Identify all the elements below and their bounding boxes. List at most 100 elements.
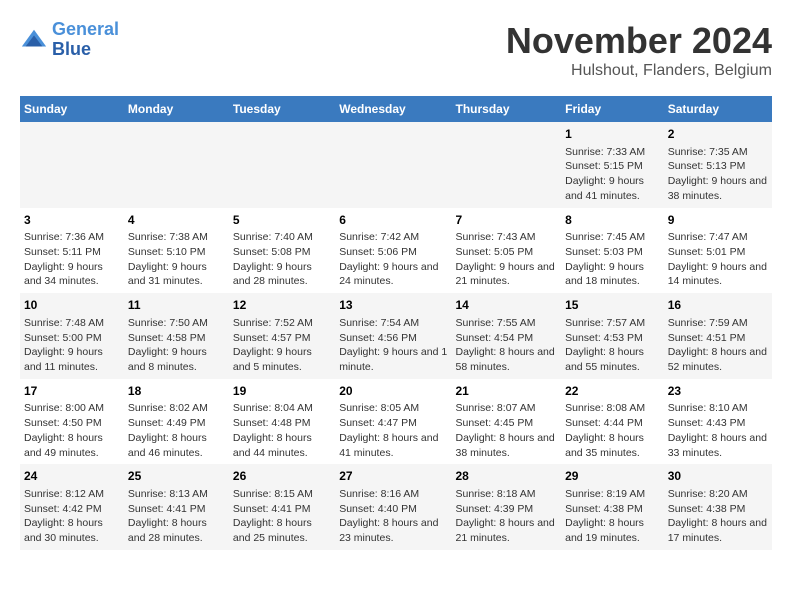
day-info: Sunrise: 7:59 AMSunset: 4:51 PMDaylight:… [668, 316, 768, 375]
day-info: Sunrise: 7:40 AMSunset: 5:08 PMDaylight:… [233, 230, 331, 289]
day-number: 19 [233, 383, 331, 400]
page-title: November 2024 [506, 20, 772, 62]
day-number: 2 [668, 126, 768, 143]
calendar-cell: 3Sunrise: 7:36 AMSunset: 5:11 PMDaylight… [20, 208, 124, 294]
header-tuesday: Tuesday [229, 96, 335, 122]
calendar-cell: 18Sunrise: 8:02 AMSunset: 4:49 PMDayligh… [124, 379, 229, 465]
calendar-cell: 26 Sunrise: 8:15 AMSunset: 4:41 PMDayligh… [229, 464, 335, 550]
page-header: General Blue November 2024 Hulshout, Fla… [20, 20, 772, 80]
day-number: 10 [24, 297, 120, 314]
calendar-cell: 8Sunrise: 7:45 AMSunset: 5:03 PMDaylight… [561, 208, 664, 294]
day-info: Sunrise: 8:08 AMSunset: 4:44 PMDaylight:… [565, 401, 660, 460]
calendar-cell [452, 122, 562, 208]
logo: General Blue [20, 20, 119, 60]
calendar-cell: 16Sunrise: 7:59 AMSunset: 4:51 PMDayligh… [664, 293, 772, 379]
day-number: 27 [339, 468, 447, 485]
day-number: 26 [233, 468, 331, 485]
day-info: Sunrise: 7:42 AMSunset: 5:06 PMDaylight:… [339, 230, 447, 289]
calendar-cell: 11 Sunrise: 7:50 AMSunset: 4:58 PMDayligh… [124, 293, 229, 379]
day-info: Sunrise: 8:18 AMSunset: 4:39 PMDaylight:… [456, 487, 558, 546]
calendar-cell: 21Sunrise: 8:07 AMSunset: 4:45 PMDayligh… [452, 379, 562, 465]
calendar-cell [229, 122, 335, 208]
calendar-week-1: 1 Sunrise: 7:33 AMSunset: 5:15 PMDaylight… [20, 122, 772, 208]
calendar-cell: 27 Sunrise: 8:16 AMSunset: 4:40 PMDayligh… [335, 464, 451, 550]
day-info: Sunrise: 7:54 AMSunset: 4:56 PMDaylight:… [339, 316, 447, 375]
calendar-cell: 9Sunrise: 7:47 AMSunset: 5:01 PMDaylight… [664, 208, 772, 294]
title-block: November 2024 Hulshout, Flanders, Belgiu… [506, 20, 772, 80]
calendar-cell: 1 Sunrise: 7:33 AMSunset: 5:15 PMDaylight… [561, 122, 664, 208]
header-sunday: Sunday [20, 96, 124, 122]
calendar-week-4: 17Sunrise: 8:00 AMSunset: 4:50 PMDayligh… [20, 379, 772, 465]
day-info: Sunrise: 8:10 AMSunset: 4:43 PMDaylight:… [668, 401, 768, 460]
day-number: 11 [128, 297, 225, 314]
day-number: 3 [24, 212, 120, 229]
day-number: 13 [339, 297, 447, 314]
calendar-week-3: 10 Sunrise: 7:48 AMSunset: 5:00 PMDayligh… [20, 293, 772, 379]
day-number: 25 [128, 468, 225, 485]
calendar-cell: 25 Sunrise: 8:13 AMSunset: 4:41 PMDayligh… [124, 464, 229, 550]
header-monday: Monday [124, 96, 229, 122]
calendar-cell [124, 122, 229, 208]
day-info: Sunrise: 7:55 AMSunset: 4:54 PMDaylight:… [456, 316, 558, 375]
calendar-cell: 29 Sunrise: 8:19 AMSunset: 4:38 PMDayligh… [561, 464, 664, 550]
day-info: Sunrise: 8:15 AMSunset: 4:41 PMDaylight:… [233, 487, 331, 546]
calendar-week-2: 3Sunrise: 7:36 AMSunset: 5:11 PMDaylight… [20, 208, 772, 294]
calendar-cell: 10 Sunrise: 7:48 AMSunset: 5:00 PMDayligh… [20, 293, 124, 379]
calendar-cell: 24Sunrise: 8:12 AMSunset: 4:42 PMDayligh… [20, 464, 124, 550]
day-info: Sunrise: 7:48 AMSunset: 5:00 PMDaylight:… [24, 316, 120, 375]
day-number: 9 [668, 212, 768, 229]
day-info: Sunrise: 8:00 AMSunset: 4:50 PMDaylight:… [24, 401, 120, 460]
calendar-cell: 4Sunrise: 7:38 AMSunset: 5:10 PMDaylight… [124, 208, 229, 294]
calendar-cell: 22Sunrise: 8:08 AMSunset: 4:44 PMDayligh… [561, 379, 664, 465]
day-number: 21 [456, 383, 558, 400]
calendar-cell: 13 Sunrise: 7:54 AMSunset: 4:56 PMDayligh… [335, 293, 451, 379]
day-number: 28 [456, 468, 558, 485]
calendar-table: SundayMondayTuesdayWednesdayThursdayFrid… [20, 96, 772, 550]
day-info: Sunrise: 7:52 AMSunset: 4:57 PMDaylight:… [233, 316, 331, 375]
logo-text: General Blue [52, 20, 119, 60]
day-number: 17 [24, 383, 120, 400]
day-number: 29 [565, 468, 660, 485]
day-number: 23 [668, 383, 768, 400]
day-info: Sunrise: 8:19 AMSunset: 4:38 PMDaylight:… [565, 487, 660, 546]
calendar-cell: 28 Sunrise: 8:18 AMSunset: 4:39 PMDayligh… [452, 464, 562, 550]
calendar-cell: 30Sunrise: 8:20 AMSunset: 4:38 PMDayligh… [664, 464, 772, 550]
day-number: 14 [456, 297, 558, 314]
day-number: 1 [565, 126, 660, 143]
calendar-cell: 7Sunrise: 7:43 AMSunset: 5:05 PMDaylight… [452, 208, 562, 294]
day-info: Sunrise: 8:16 AMSunset: 4:40 PMDaylight:… [339, 487, 447, 546]
day-number: 8 [565, 212, 660, 229]
day-number: 6 [339, 212, 447, 229]
day-info: Sunrise: 8:13 AMSunset: 4:41 PMDaylight:… [128, 487, 225, 546]
day-number: 4 [128, 212, 225, 229]
calendar-cell: 6Sunrise: 7:42 AMSunset: 5:06 PMDaylight… [335, 208, 451, 294]
calendar-cell: 17Sunrise: 8:00 AMSunset: 4:50 PMDayligh… [20, 379, 124, 465]
header-wednesday: Wednesday [335, 96, 451, 122]
day-number: 18 [128, 383, 225, 400]
header-thursday: Thursday [452, 96, 562, 122]
day-info: Sunrise: 8:07 AMSunset: 4:45 PMDaylight:… [456, 401, 558, 460]
day-number: 30 [668, 468, 768, 485]
calendar-week-5: 24Sunrise: 8:12 AMSunset: 4:42 PMDayligh… [20, 464, 772, 550]
calendar-cell: 14 Sunrise: 7:55 AMSunset: 4:54 PMDayligh… [452, 293, 562, 379]
calendar-cell: 5Sunrise: 7:40 AMSunset: 5:08 PMDaylight… [229, 208, 335, 294]
day-info: Sunrise: 7:47 AMSunset: 5:01 PMDaylight:… [668, 230, 768, 289]
day-info: Sunrise: 7:38 AMSunset: 5:10 PMDaylight:… [128, 230, 225, 289]
day-info: Sunrise: 7:50 AMSunset: 4:58 PMDaylight:… [128, 316, 225, 375]
day-info: Sunrise: 8:02 AMSunset: 4:49 PMDaylight:… [128, 401, 225, 460]
day-number: 24 [24, 468, 120, 485]
calendar-cell [20, 122, 124, 208]
calendar-header-row: SundayMondayTuesdayWednesdayThursdayFrid… [20, 96, 772, 122]
calendar-cell: 2 Sunrise: 7:35 AMSunset: 5:13 PMDaylight… [664, 122, 772, 208]
header-saturday: Saturday [664, 96, 772, 122]
day-info: Sunrise: 7:36 AMSunset: 5:11 PMDaylight:… [24, 230, 120, 289]
day-number: 5 [233, 212, 331, 229]
day-info: Sunrise: 7:35 AMSunset: 5:13 PMDaylight:… [668, 145, 768, 204]
day-info: Sunrise: 7:43 AMSunset: 5:05 PMDaylight:… [456, 230, 558, 289]
calendar-cell: 15Sunrise: 7:57 AMSunset: 4:53 PMDayligh… [561, 293, 664, 379]
day-info: Sunrise: 7:33 AMSunset: 5:15 PMDaylight:… [565, 145, 660, 204]
day-info: Sunrise: 8:05 AMSunset: 4:47 PMDaylight:… [339, 401, 447, 460]
day-number: 15 [565, 297, 660, 314]
day-number: 12 [233, 297, 331, 314]
page-subtitle: Hulshout, Flanders, Belgium [506, 62, 772, 80]
